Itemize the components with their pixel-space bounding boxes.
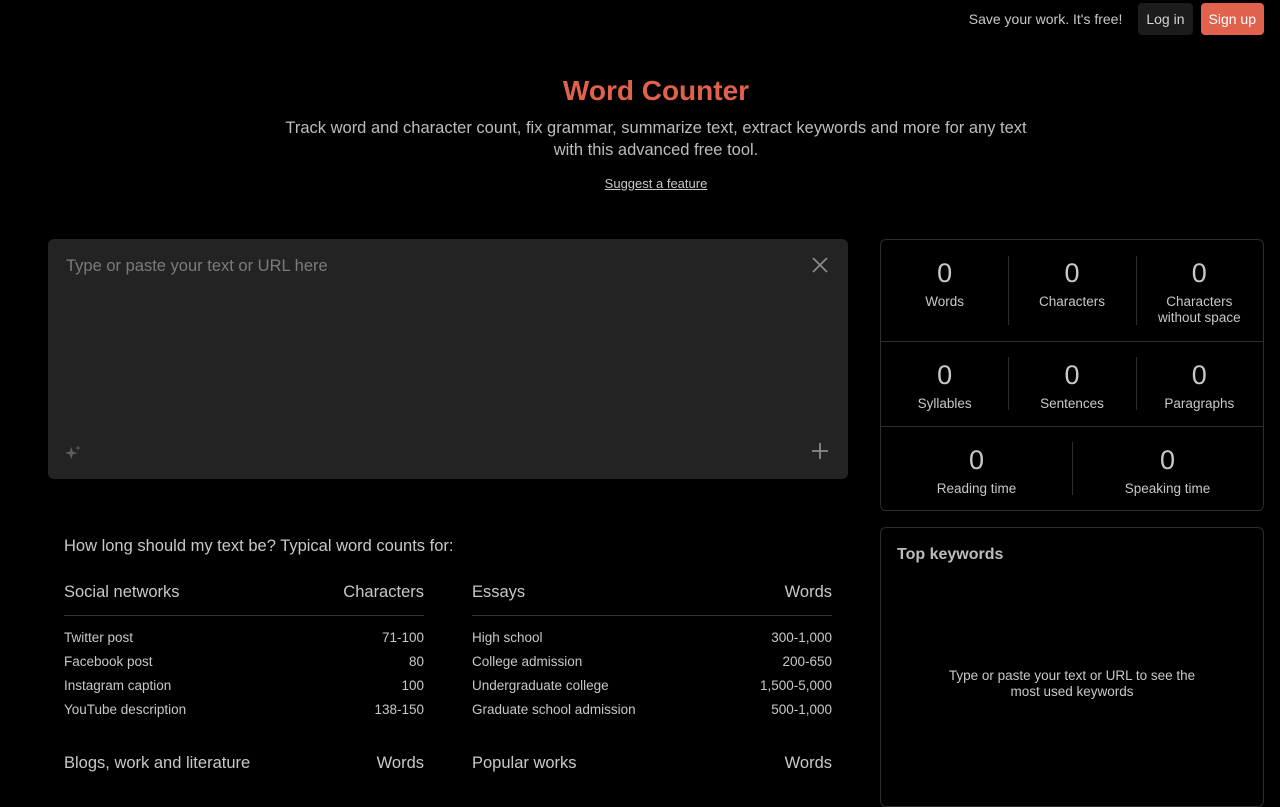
stat-value: 0: [1064, 360, 1080, 390]
table-title: Blogs, work and literature: [64, 754, 251, 772]
stat-label: Speaking time: [1124, 481, 1211, 496]
top-keywords-panel: Top keywords Type or paste your text or …: [880, 527, 1264, 807]
stat-words: 0 Words: [881, 240, 1008, 341]
stat-value: 0: [1064, 258, 1080, 288]
table-essays: Essays Words High school 300-1,000 Colleg…: [472, 583, 832, 722]
stat-label: Paragraphs: [1164, 396, 1235, 411]
stat-value: 0: [1191, 360, 1207, 390]
text-input[interactable]: [64, 255, 798, 439]
row-label: Graduate school admission: [472, 702, 636, 717]
suggest-feature-link[interactable]: Suggest a feature: [605, 176, 708, 191]
sparkle-icon[interactable]: [64, 444, 82, 462]
table-row: Facebook post 80: [64, 650, 424, 674]
table-social-networks: Social networks Characters Twitter post 7…: [64, 583, 424, 722]
row-value: 100: [401, 678, 424, 693]
row-label: Facebook post: [64, 654, 153, 669]
stat-speaking-time: 0 Speaking time: [1072, 426, 1263, 511]
stat-label: Words: [925, 294, 965, 309]
table-row: Undergraduate college 1,500-5,000: [472, 674, 832, 698]
table-title: Popular works: [472, 754, 577, 772]
row-label: College admission: [472, 654, 583, 669]
stat-label: Characters: [1038, 294, 1105, 309]
stat-characters: 0 Characters: [1008, 240, 1135, 341]
row-value: 138-150: [374, 702, 424, 717]
row-value: 71-100: [381, 630, 424, 645]
stat-syllables: 0 Syllables: [881, 341, 1008, 426]
page-title: Word Counter: [562, 75, 750, 106]
plus-icon[interactable]: [810, 441, 830, 461]
table-title: Social networks: [64, 583, 180, 601]
stat-reading-time: 0 Reading time: [881, 426, 1072, 511]
row-value: 1,500-5,000: [759, 678, 832, 693]
stat-value: 0: [968, 445, 985, 475]
page-subtitle: Track word and character count, fix gram…: [285, 119, 1027, 159]
row-value: 500-1,000: [771, 702, 832, 717]
text-editor: [48, 239, 848, 479]
hero: Word Counter Track word and character co…: [0, 72, 1280, 193]
table-unit: Words: [784, 583, 832, 601]
stat-label: Characters without space: [1158, 294, 1241, 325]
table-title: Essays: [472, 583, 526, 601]
table-blogs-work-literature: Blogs, work and literature Words: [64, 754, 424, 786]
table-popular-works: Popular works Words: [472, 754, 832, 786]
table-row: YouTube description 138-150: [64, 698, 424, 722]
table-row: Instagram caption 100: [64, 674, 424, 698]
table-row: College admission 200-650: [472, 650, 832, 674]
word-count-guide: How long should my text be? Typical word…: [64, 537, 832, 772]
close-icon[interactable]: [810, 255, 830, 275]
stat-label: Sentences: [1040, 396, 1104, 411]
stat-value: 0: [1159, 445, 1176, 475]
stat-sentences: 0 Sentences: [1008, 341, 1135, 426]
top-bar: Save your work. It's free! Log in Sign u…: [969, 3, 1264, 35]
row-label: Undergraduate college: [472, 678, 609, 693]
stat-characters-no-space: 0 Characters without space: [1135, 240, 1263, 341]
signup-button[interactable]: Sign up: [1200, 3, 1264, 35]
top-keywords-title: Top keywords: [897, 546, 1004, 563]
guide-question: How long should my text be? Typical word…: [64, 537, 454, 555]
stat-value: 0: [937, 360, 953, 390]
stats-panel: 0 Words 0 Characters 0 Characters withou…: [880, 239, 1264, 511]
row-value: 300-1,000: [771, 630, 832, 645]
login-button[interactable]: Log in: [1138, 3, 1193, 35]
stat-paragraphs: 0 Paragraphs: [1135, 341, 1263, 426]
top-keywords-empty-state: Type or paste your text or URL to see th…: [948, 668, 1196, 699]
save-work-cta: Save your work. It's free!: [968, 11, 1123, 27]
row-label: Instagram caption: [64, 678, 172, 693]
stat-label: Syllables: [917, 396, 972, 411]
table-unit: Words: [784, 754, 832, 772]
row-label: YouTube description: [64, 702, 187, 717]
table-row: Graduate school admission 500-1,000: [472, 698, 832, 722]
stat-value: 0: [937, 258, 953, 288]
row-value: 200-650: [782, 654, 832, 669]
table-unit: Words: [376, 754, 424, 772]
table-row: High school 300-1,000: [472, 626, 832, 650]
row-label: Twitter post: [64, 630, 134, 645]
table-unit: Characters: [343, 583, 424, 601]
row-label: High school: [472, 630, 543, 645]
stat-label: Reading time: [936, 481, 1017, 496]
row-value: 80: [408, 654, 424, 669]
table-row: Twitter post 71-100: [64, 626, 424, 650]
stat-value: 0: [1191, 258, 1207, 288]
